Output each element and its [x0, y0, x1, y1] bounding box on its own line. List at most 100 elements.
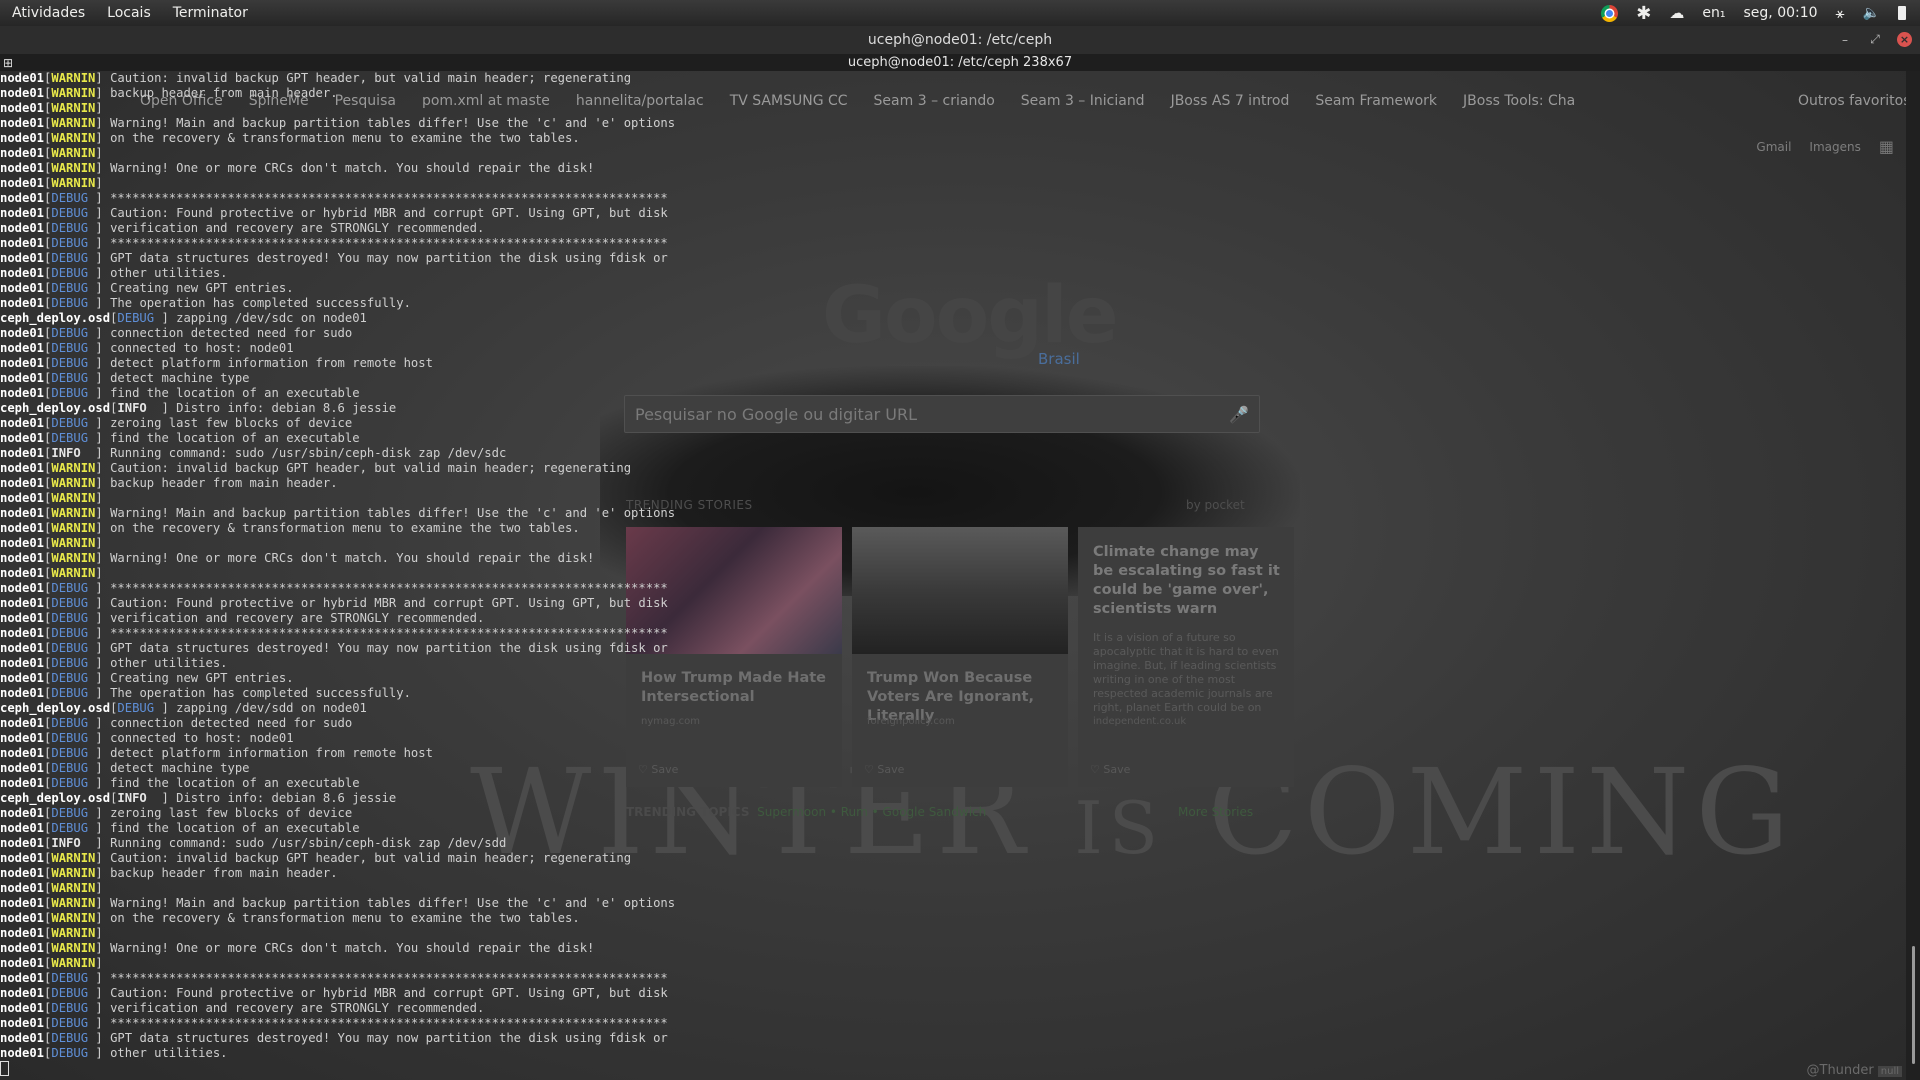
log-message: zeroing last few blocks of device — [110, 416, 353, 430]
places-menu[interactable]: Locais — [96, 0, 162, 26]
log-message: ****************************************… — [110, 236, 668, 250]
log-level: DEBUG — [51, 746, 96, 760]
log-message: find the location of an executable — [110, 431, 360, 445]
log-level: WARNIN — [51, 551, 96, 565]
terminal-line: node01[WARNIN] Warning! Main and backup … — [0, 506, 676, 520]
terminal-line: node01[WARNIN] — [0, 146, 111, 160]
terminal-line: node01[DEBUG ] Caution: Found protective… — [0, 596, 668, 610]
chrome-icon[interactable] — [1601, 4, 1619, 22]
terminal-line: node01[DEBUG ] connected to host: node01 — [0, 731, 294, 745]
battery-icon[interactable] — [1898, 6, 1906, 20]
log-host: node01 — [0, 821, 45, 835]
log-host: node01 — [0, 626, 45, 640]
terminal-line: node01[DEBUG ] *************************… — [0, 581, 668, 595]
log-host: node01 — [0, 1031, 45, 1045]
terminal-line: node01[INFO ] Running command: sudo /usr… — [0, 446, 507, 460]
terminal-line: node01[WARNIN] — [0, 176, 111, 190]
terminal-cursor-line[interactable] — [0, 1061, 1906, 1076]
log-host: node01 — [0, 161, 45, 175]
terminal-line: node01[WARNIN] backup header from main h… — [0, 476, 338, 490]
log-level: DEBUG — [51, 431, 96, 445]
log-level: WARNIN — [51, 176, 96, 190]
log-host: ceph_deploy.osd — [0, 701, 111, 715]
log-host: node01 — [0, 536, 45, 550]
log-message: ****************************************… — [110, 191, 668, 205]
terminal-line: ceph_deploy.osd[INFO ] Distro info: debi… — [0, 401, 397, 415]
log-level: WARNIN — [51, 506, 96, 520]
maximize-icon[interactable]: ⤢ — [1867, 32, 1883, 47]
terminal-line: node01[DEBUG ] Caution: Found protective… — [0, 986, 668, 1000]
window-titlebar[interactable]: uceph@node01: /etc/ceph – ⤢ × — [0, 26, 1920, 54]
terminal-line: node01[DEBUG ] find the location of an e… — [0, 821, 360, 835]
log-host: node01 — [0, 596, 45, 610]
log-host: node01 — [0, 431, 45, 445]
log-message: Warning! One or more CRCs don't match. Y… — [110, 551, 595, 565]
log-host: ceph_deploy.osd — [0, 791, 111, 805]
terminal-line: node01[DEBUG ] zeroing last few blocks o… — [0, 806, 353, 820]
log-level: INFO — [117, 791, 162, 805]
log-host: node01 — [0, 581, 45, 595]
terminal-line: node01[WARNIN] — [0, 491, 111, 505]
log-message: zeroing last few blocks of device — [110, 806, 353, 820]
log-message: find the location of an executable — [110, 821, 360, 835]
terminal-line: node01[DEBUG ] verification and recovery… — [0, 611, 485, 625]
log-message: verification and recovery are STRONGLY r… — [110, 611, 485, 625]
log-host: node01 — [0, 671, 45, 685]
log-level: DEBUG — [51, 716, 96, 730]
log-host: node01 — [0, 101, 45, 115]
log-host: node01 — [0, 131, 45, 145]
keyboard-layout[interactable]: en₁ — [1702, 5, 1725, 21]
log-host: node01 — [0, 491, 45, 505]
minimize-icon[interactable]: – — [1837, 33, 1853, 47]
log-level: DEBUG — [51, 971, 96, 985]
log-level: DEBUG — [51, 656, 96, 670]
terminal-line: node01[DEBUG ] verification and recovery… — [0, 1001, 485, 1015]
log-message: Caution: invalid backup GPT header, but … — [110, 851, 632, 865]
log-message: The operation has completed successfully… — [110, 686, 411, 700]
log-message: other utilities. — [110, 266, 228, 280]
log-message: detect machine type — [110, 761, 250, 775]
log-message: Warning! Main and backup partition table… — [110, 896, 676, 910]
grid-icon[interactable]: ⊞ — [3, 56, 13, 70]
key-icon[interactable]: ⚹ — [1836, 4, 1845, 22]
window-title: uceph@node01: /etc/ceph — [867, 32, 1053, 48]
close-icon[interactable]: × — [1897, 32, 1912, 47]
log-message: backup header from main header. — [110, 86, 338, 100]
log-level: DEBUG — [51, 806, 96, 820]
system-tray: ✱ ☁ en₁ seg, 00:10 ⚹ 🔈 — [1601, 3, 1920, 24]
log-message: ****************************************… — [110, 971, 668, 985]
log-level: DEBUG — [51, 776, 96, 790]
weather-icon[interactable]: ☁ — [1669, 4, 1684, 22]
terminal-scrollbar[interactable] — [1906, 71, 1920, 1080]
log-level: WARNIN — [51, 566, 96, 580]
log-host: node01 — [0, 266, 45, 280]
terminal-line: node01[WARNIN] Caution: invalid backup G… — [0, 461, 632, 475]
activities-menu[interactable]: Atividades — [0, 0, 96, 26]
log-message: Running command: sudo /usr/sbin/ceph-dis… — [110, 836, 507, 850]
log-host: node01 — [0, 656, 45, 670]
log-host: node01 — [0, 446, 45, 460]
terminal-line: node01[WARNIN] backup header from main h… — [0, 866, 338, 880]
terminal-line: node01[DEBUG ] Creating new GPT entries. — [0, 281, 294, 295]
settings-icon[interactable]: ✱ — [1636, 3, 1651, 24]
log-host: node01 — [0, 926, 45, 940]
log-host: node01 — [0, 941, 45, 955]
log-message: GPT data structures destroyed! You may n… — [110, 251, 668, 265]
log-host: node01 — [0, 911, 45, 925]
log-level: DEBUG — [51, 626, 96, 640]
log-host: node01 — [0, 386, 45, 400]
log-host: node01 — [0, 176, 45, 190]
terminal-line: node01[DEBUG ] find the location of an e… — [0, 431, 360, 445]
log-message: backup header from main header. — [110, 866, 338, 880]
scrollbar-thumb[interactable] — [1912, 946, 1915, 1064]
terminal-line: node01[WARNIN] Warning! One or more CRCs… — [0, 941, 595, 955]
log-host: node01 — [0, 296, 45, 310]
log-level: WARNIN — [51, 161, 96, 175]
terminal-line: node01[WARNIN] — [0, 566, 111, 580]
log-level: DEBUG — [51, 731, 96, 745]
volume-icon[interactable]: 🔈 — [1863, 5, 1880, 21]
terminal-output[interactable]: node01[WARNIN] Caution: invalid backup G… — [0, 71, 1906, 1080]
log-level: INFO — [117, 401, 162, 415]
app-menu[interactable]: Terminator — [162, 0, 259, 26]
clock[interactable]: seg, 00:10 — [1744, 5, 1818, 21]
